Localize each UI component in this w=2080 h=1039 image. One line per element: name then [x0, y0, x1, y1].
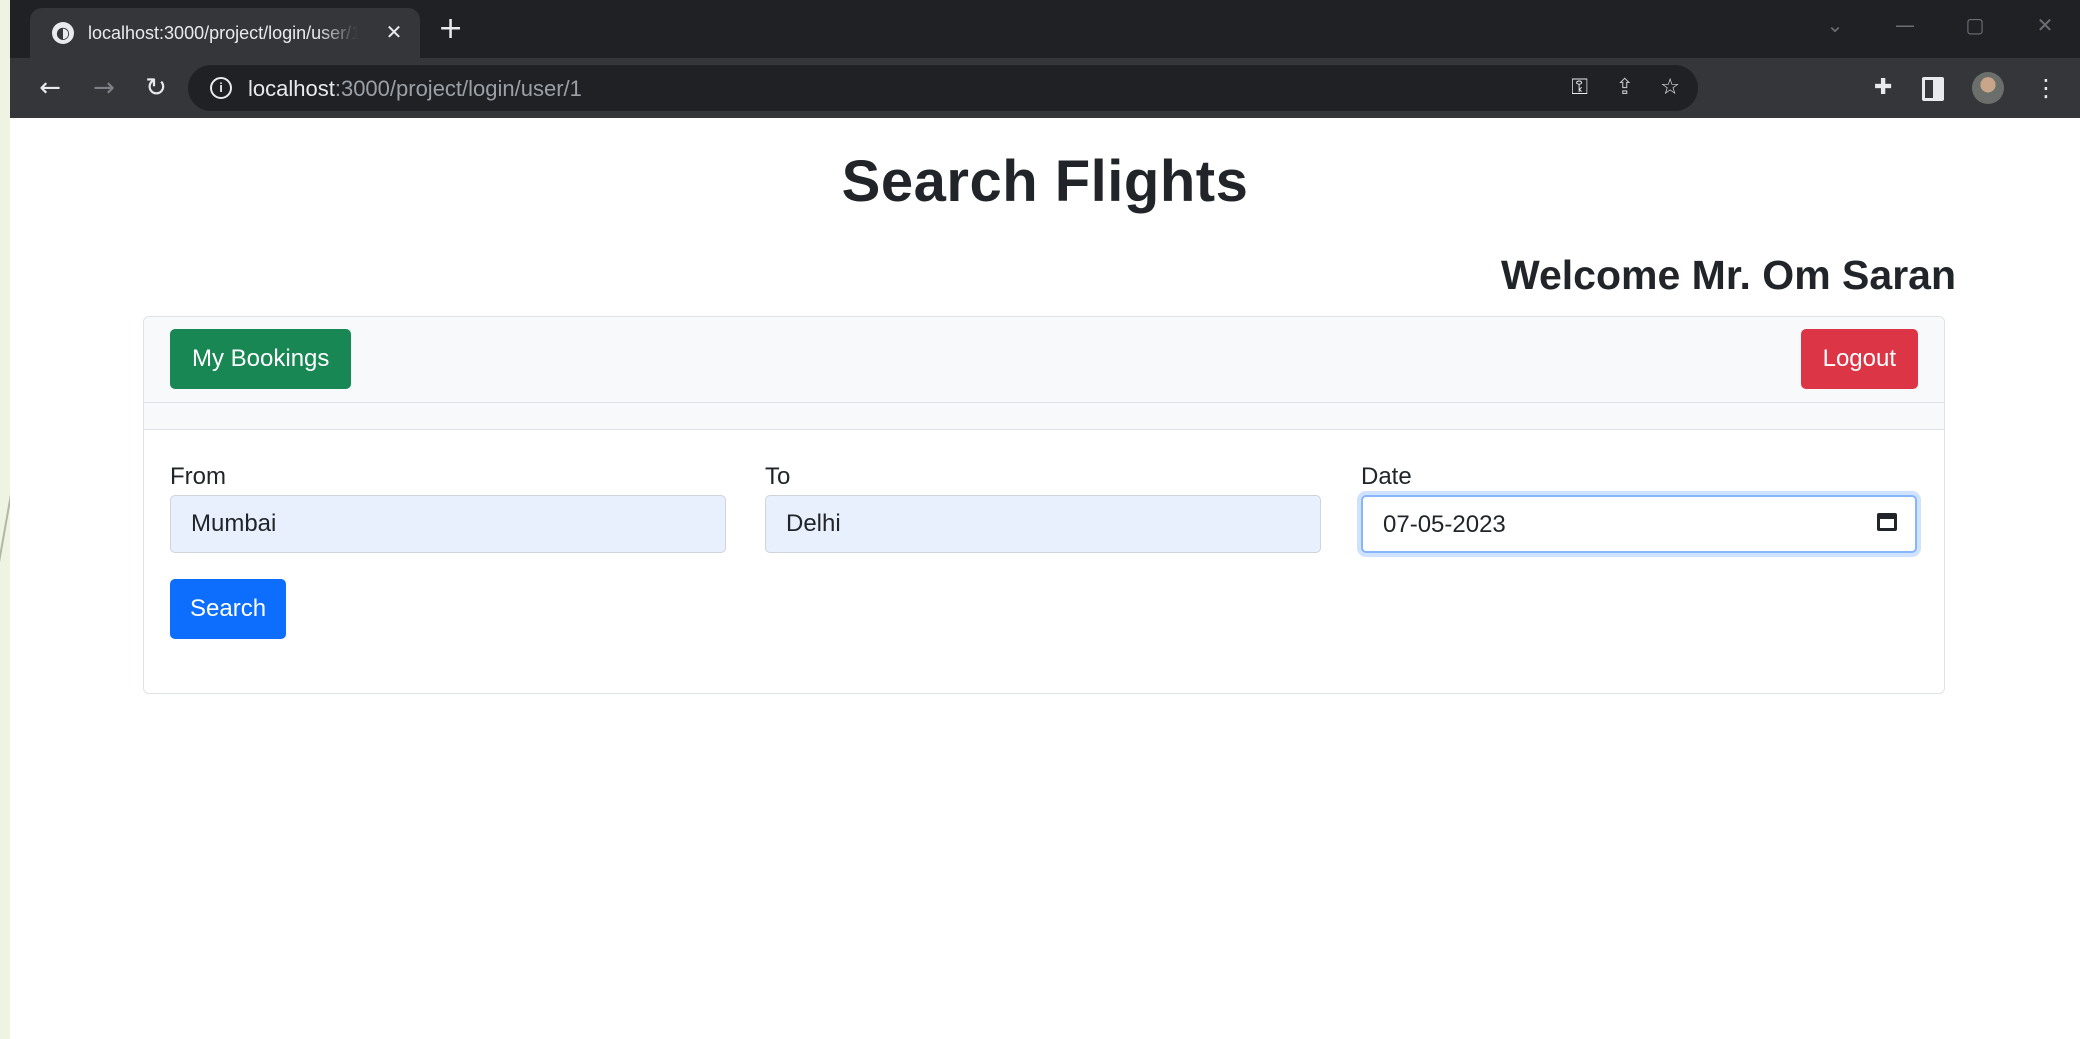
welcome-message: Welcome Mr. Om Saran [1501, 252, 1956, 298]
date-value: 07-05-2023 [1383, 511, 1506, 538]
globe-icon: ◐ [52, 22, 74, 44]
tab-strip: ◐ localhost:3000/project/login/user/1 ✕ … [10, 0, 2080, 58]
forward-icon[interactable]: → [84, 68, 124, 108]
browser-toolbar: ← → ↻ i localhost:3000/project/login/use… [10, 58, 2080, 118]
window-controls: ⌄ — ▢ ✕ [1800, 0, 2080, 50]
info-icon[interactable]: i [210, 77, 232, 99]
key-icon[interactable]: ⚿ [1571, 73, 1588, 103]
side-panel-icon[interactable] [1922, 77, 1944, 101]
search-card: My Bookings Logout From Mumbai To Delhi … [143, 316, 1945, 694]
page-title: Search Flights [841, 149, 1249, 214]
url-host: localhost [248, 76, 335, 101]
url-text[interactable]: localhost:3000/project/login/user/1 [248, 76, 582, 102]
date-label: Date [1361, 463, 1412, 490]
tab-close-icon[interactable]: ✕ [382, 20, 406, 44]
menu-icon[interactable]: ⋮ [2034, 73, 2058, 103]
logout-button[interactable]: Logout [1800, 329, 1918, 389]
to-input[interactable]: Delhi [765, 495, 1321, 553]
search-button[interactable]: Search [170, 579, 287, 639]
star-icon[interactable]: ☆ [1660, 73, 1680, 103]
share-icon[interactable]: ⇪ [1616, 73, 1634, 103]
back-icon[interactable]: ← [30, 68, 70, 108]
avatar[interactable] [1972, 72, 2004, 104]
calendar-icon[interactable] [1877, 513, 1897, 531]
card-header: My Bookings Logout [144, 317, 1944, 403]
url-path: :3000/project/login/user/1 [334, 76, 582, 101]
reload-icon[interactable]: ↻ [136, 68, 176, 108]
card-subheader [144, 403, 1944, 430]
from-label: From [170, 463, 226, 490]
page-content: Search Flights Welcome Mr. Om Saran My B… [10, 118, 2080, 1039]
close-window-icon[interactable]: ✕ [2010, 0, 2080, 50]
date-input[interactable]: 07-05-2023 [1361, 495, 1917, 553]
browser-tab[interactable]: ◐ localhost:3000/project/login/user/1 ✕ [30, 8, 420, 58]
maximize-icon[interactable]: ▢ [1940, 0, 2010, 50]
address-bar[interactable]: i localhost:3000/project/login/user/1 ⚿ … [188, 65, 1698, 111]
to-label: To [765, 463, 791, 490]
minimize-icon[interactable]: — [1870, 0, 1940, 50]
extensions-icon[interactable]: ✚ [1874, 73, 1892, 103]
new-tab-button[interactable]: + [438, 14, 463, 44]
tab-title: localhost:3000/project/login/user/1 [88, 22, 358, 43]
from-input[interactable]: Mumbai [170, 495, 726, 553]
my-bookings-button[interactable]: My Bookings [170, 329, 352, 389]
browser-window: ◐ localhost:3000/project/login/user/1 ✕ … [10, 0, 2080, 1039]
tab-search-icon[interactable]: ⌄ [1800, 0, 1870, 50]
